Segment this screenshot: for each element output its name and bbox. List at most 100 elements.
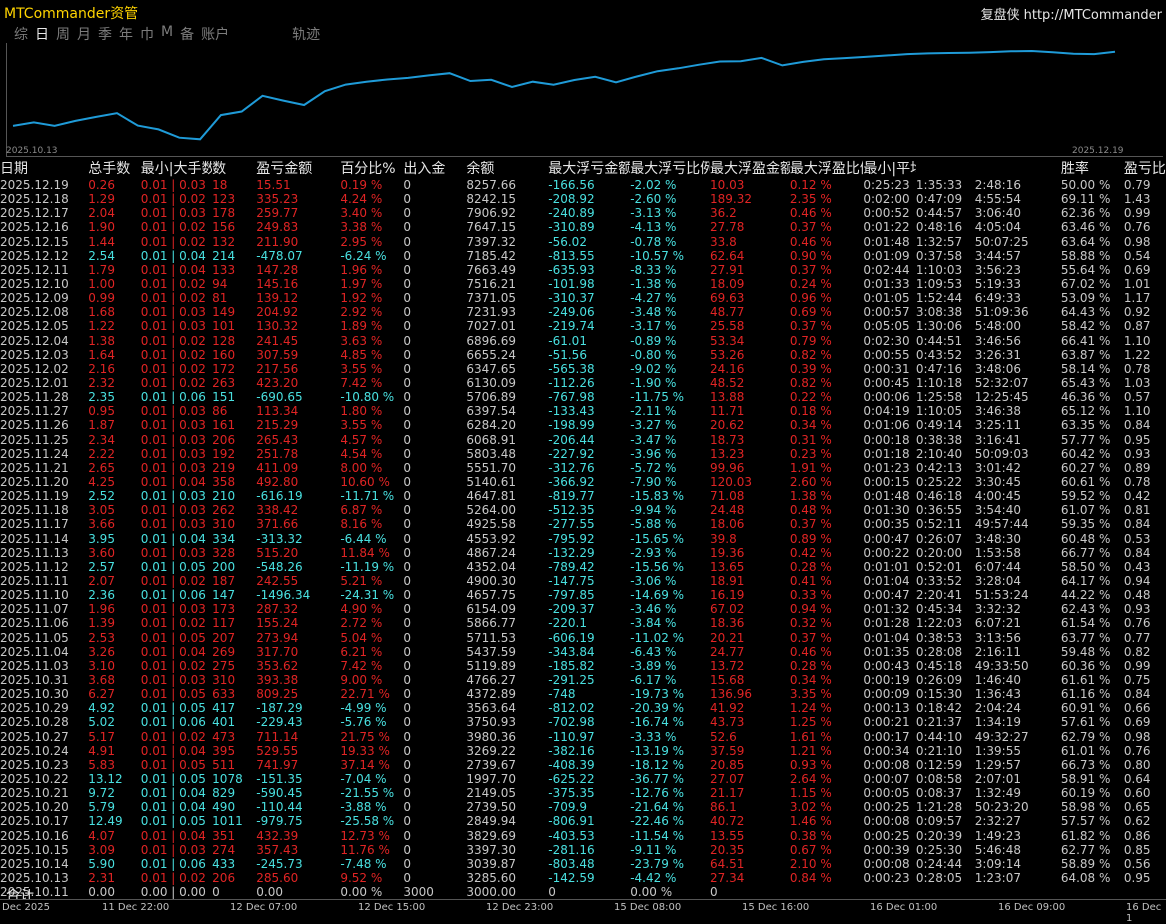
table-row[interactable]: 2025.11.24 2.22 0.01 | 0.03 192 251.78 4.54 %… — [0, 447, 1166, 461]
column-header-6[interactable]: 出入金 — [403, 158, 466, 178]
table-row[interactable]: 2025.11.10 2.36 0.01 | 0.06 147 -1496.34 -24.… — [0, 588, 1166, 602]
table-row[interactable]: 2025.12.04 1.38 0.01 | 0.02 128 241.45 3.63 %… — [0, 334, 1166, 348]
cell-hmax: 3:54:40 — [974, 503, 1021, 518]
table-row[interactable]: 2025.11.28 2.35 0.01 | 0.06 151 -690.65 -10.8… — [0, 390, 1166, 404]
tab-3[interactable]: 月 — [77, 24, 91, 43]
table-row[interactable]: 2025.11.11 2.07 0.01 | 0.02 187 242.55 5.21 %… — [0, 574, 1166, 588]
table-row[interactable]: 2025.10.21 9.72 0.01 | 0.04 829 -590.45 -21.5… — [0, 786, 1166, 800]
table-row[interactable]: 2025.12.10 1.00 0.01 | 0.02 94 145.16 1.97 % 0… — [0, 277, 1166, 291]
column-header-1[interactable]: 总手数 — [88, 158, 141, 178]
table-row[interactable]: 2025.11.05 2.53 0.01 | 0.05 207 273.94 5.04 %… — [0, 631, 1166, 645]
table-row[interactable]: 2025.10.17 12.49 0.01 | 0.05 1011 -979.75 -25… — [0, 814, 1166, 828]
cell-flp: -0.80 % — [630, 347, 677, 362]
cell-pf: 0.95 — [1123, 870, 1151, 885]
table-row[interactable]: 2025.10.16 4.07 0.01 | 0.04 351 432.39 12.73 … — [0, 828, 1166, 843]
table-row[interactable]: 2025.11.27 0.95 0.01 | 0.03 86 113.34 1.80 % 0… — [0, 404, 1166, 418]
column-header-5[interactable]: 百分比% — [340, 158, 403, 178]
table-row[interactable]: 2025.10.22 13.12 0.01 | 0.05 1078 -151.35 -7.… — [0, 772, 1166, 786]
column-header-15[interactable]: 胜率 — [1061, 158, 1124, 178]
cell-bal: 5706.89 — [466, 390, 516, 405]
cell-fgp: 2.35 % — [789, 192, 832, 207]
table-row[interactable]: 2025.10.14 5.90 0.01 | 0.06 433 -245.73 -7.48… — [0, 857, 1166, 871]
column-header-0[interactable]: 日期 — [0, 158, 88, 178]
table-row[interactable]: 2025.11.14 3.95 0.01 | 0.04 334 -313.32 -6.44… — [0, 532, 1166, 546]
cell-hmin: 0:01:04 — [863, 574, 910, 588]
time-axis-label: 12 Dec 23:00 — [486, 902, 554, 913]
table-row[interactable]: 2025.12.17 2.04 0.01 | 0.03 178 259.77 3.40 %… — [0, 206, 1166, 220]
tab-6[interactable]: 巾 — [140, 24, 154, 43]
table-row[interactable]: 2025.10.20 5.79 0.01 | 0.04 490 -110.44 -3.88… — [0, 800, 1166, 814]
table-row[interactable]: 2025.12.03 1.64 0.01 | 0.02 160 307.59 4.85 %… — [0, 348, 1166, 362]
column-header-12[interactable]: 最小|平均|最大持仓时间 — [863, 158, 916, 178]
brand-url[interactable]: http://MTCommander — [1024, 8, 1162, 23]
table-row[interactable]: 2025.11.19 2.52 0.01 | 0.03 210 -616.19 -11.7… — [0, 489, 1166, 503]
tab-9[interactable]: 账户 — [201, 24, 229, 43]
table-row[interactable]: 2025.11.21 2.65 0.01 | 0.03 219 411.09 8.00 %… — [0, 461, 1166, 475]
column-header-13[interactable] — [916, 158, 975, 178]
column-header-14[interactable] — [975, 158, 1061, 178]
table-row[interactable]: 2025.12.09 0.99 0.01 | 0.02 81 139.12 1.92 % 0… — [0, 291, 1166, 305]
table-row[interactable]: 2025.12.01 2.32 0.01 | 0.02 263 423.20 7.42 %… — [0, 376, 1166, 390]
tab-4[interactable]: 季 — [98, 24, 112, 43]
column-header-10[interactable]: 最大浮盈金额 — [710, 158, 790, 178]
cell-io: 0 — [403, 460, 411, 475]
table-row[interactable]: 2025.12.11 1.79 0.01 | 0.04 133 147.28 1.96 %… — [0, 263, 1166, 277]
column-header-9[interactable]: 最大浮亏比例 — [630, 158, 710, 178]
table-row[interactable]: 2025.12.16 1.90 0.01 | 0.02 156 249.83 3.38 %… — [0, 220, 1166, 234]
cell-fl: -132.29 — [548, 545, 595, 560]
table-row[interactable]: 2025.11.20 4.25 0.01 | 0.04 358 492.80 10.60 … — [0, 475, 1166, 489]
cell-flp: -11.54 % — [630, 828, 685, 843]
column-header-11[interactable]: 最大浮盈比例 — [790, 158, 864, 178]
tab-2[interactable]: 周 — [56, 24, 70, 43]
table-row[interactable]: 2025.11.18 3.05 0.01 | 0.03 262 338.42 6.87 %… — [0, 503, 1166, 517]
tab-1[interactable]: 日 — [35, 24, 49, 43]
cell-hmin: 0:00:05 — [863, 786, 910, 801]
cell-fg: 10.03 — [710, 178, 745, 193]
table-row[interactable]: 2025.10.27 5.17 0.01 | 0.02 473 711.14 21.75 … — [0, 729, 1166, 744]
table-row[interactable]: 2025.10.30 6.27 0.01 | 0.05 633 809.25 22.71 … — [0, 687, 1166, 701]
table-row[interactable]: 2025.11.13 3.60 0.01 | 0.03 328 515.20 11.84 … — [0, 546, 1166, 560]
cell-flp: -6.43 % — [630, 644, 677, 659]
cell-date: 2025.11.25 — [0, 432, 69, 447]
cell-io: 0 — [403, 602, 411, 617]
column-header-2[interactable]: 最小|大手数 — [141, 158, 212, 178]
table-row[interactable]: 2025.11.07 1.96 0.01 | 0.03 173 287.32 4.90 %… — [0, 602, 1166, 616]
tab-10[interactable]: 轨迹 — [292, 24, 320, 43]
table-row[interactable]: 2025.10.29 4.92 0.01 | 0.05 417 -187.29 -4.99… — [0, 701, 1166, 715]
column-header-8[interactable]: 最大浮亏金额 — [548, 158, 630, 178]
table-row[interactable]: 2025.10.13 2.31 0.01 | 0.02 206 285.60 9.52 %… — [0, 871, 1166, 885]
column-header-3[interactable]: 数 — [212, 158, 256, 178]
column-header-16[interactable]: 盈亏比 — [1124, 158, 1166, 178]
table-row[interactable]: 2025.11.12 2.57 0.01 | 0.05 200 -548.26 -11.1… — [0, 560, 1166, 574]
column-header-4[interactable]: 盈亏金额 — [256, 158, 340, 178]
cell-minmax: 0.01 | 0.03 — [140, 460, 206, 475]
table-row[interactable]: 2025.12.02 2.16 0.01 | 0.02 172 217.56 3.55 %… — [0, 362, 1166, 376]
table-row[interactable]: 2025.11.04 3.26 0.01 | 0.04 269 317.70 6.21 %… — [0, 645, 1166, 659]
table-row[interactable]: 2025.12.18 1.29 0.01 | 0.02 123 335.23 4.24 %… — [0, 192, 1166, 206]
table-row[interactable]: 2025.11.17 3.66 0.01 | 0.03 310 371.66 8.16 %… — [0, 517, 1166, 531]
table-row[interactable]: 2025.12.08 1.68 0.01 | 0.03 149 204.92 2.92 %… — [0, 305, 1166, 319]
time-axis-label: 11 Dec 22:00 — [102, 902, 170, 913]
table-row[interactable]: 2025.12.19 0.26 0.01 | 0.03 18 15.51 0.19 % 0 8… — [0, 178, 1166, 192]
table-row[interactable]: 2025.10.23 5.83 0.01 | 0.05 511 741.97 37.14 … — [0, 758, 1166, 772]
cell-minmax: 0.01 | 0.03 — [140, 602, 206, 617]
table-row[interactable]: 2025.10.28 5.02 0.01 | 0.06 401 -229.43 -5.76… — [0, 715, 1166, 729]
table-row[interactable]: 2025.11.25 2.34 0.01 | 0.03 206 265.43 4.57 %… — [0, 433, 1166, 447]
table-row[interactable]: 2025.11.06 1.39 0.01 | 0.02 117 155.24 2.72 %… — [0, 616, 1166, 630]
table-row[interactable]: 2025.12.12 2.54 0.01 | 0.04 214 -478.07 -6.24… — [0, 249, 1166, 263]
cell-hmax: 3:26:31 — [974, 347, 1021, 362]
tab-0[interactable]: 综 — [14, 24, 28, 43]
column-header-7[interactable]: 余额 — [466, 158, 548, 178]
table-row[interactable]: 2025.12.05 1.22 0.01 | 0.03 101 130.32 1.89 %… — [0, 319, 1166, 333]
table-row[interactable]: 2025.12.15 1.44 0.01 | 0.02 132 211.90 2.95 %… — [0, 235, 1166, 249]
table-row[interactable]: 2025.10.24 4.91 0.01 | 0.04 395 529.55 19.33 … — [0, 744, 1166, 758]
table-row[interactable]: 2025.10.31 3.68 0.01 | 0.03 310 393.38 9.00 %… — [0, 673, 1166, 687]
cell-io: 0 — [403, 333, 411, 348]
table-row[interactable]: 2025.10.15 3.09 0.01 | 0.03 274 357.43 11.76 … — [0, 843, 1166, 857]
table-row[interactable]: 2025.11.03 3.10 0.01 | 0.02 275 353.62 7.42 %… — [0, 659, 1166, 673]
tab-5[interactable]: 年 — [119, 24, 133, 43]
cell-fg: 62.64 — [710, 248, 745, 263]
tab-8[interactable]: 备 — [180, 24, 194, 43]
tab-7[interactable]: M — [161, 24, 173, 42]
table-row[interactable]: 2025.11.26 1.87 0.01 | 0.03 161 215.29 3.55 %… — [0, 418, 1166, 432]
